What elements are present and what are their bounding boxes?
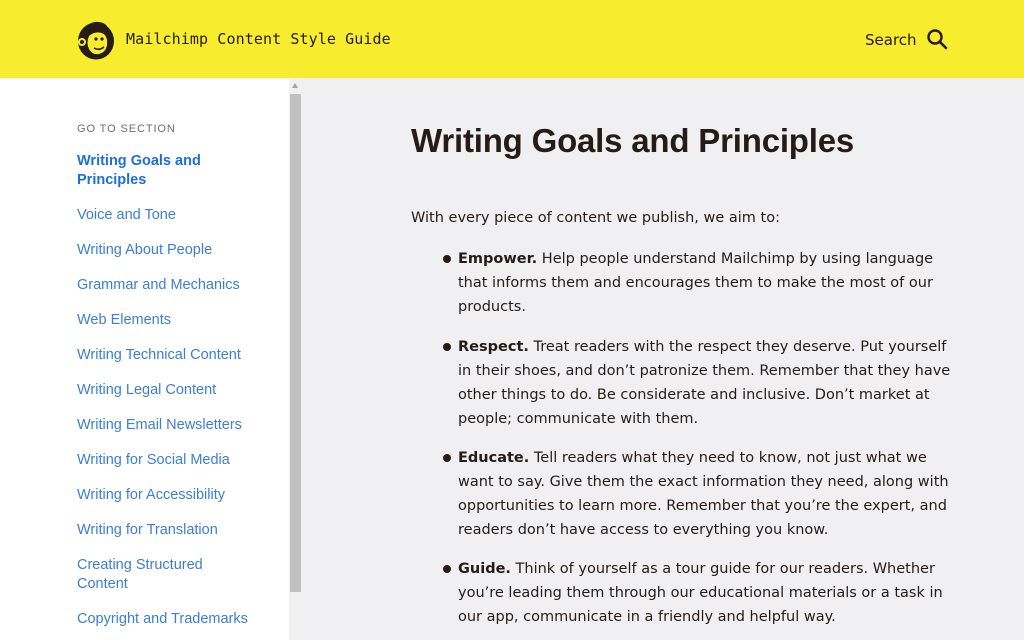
sidebar-item-social-media[interactable]: Writing for Social Media — [77, 451, 267, 470]
sidebar-item-writing-about-people[interactable]: Writing About People — [77, 241, 267, 260]
sidebar-item-web-elements[interactable]: Web Elements — [77, 311, 267, 330]
sidebar-item-writing-goals[interactable]: Writing Goals and Principles — [77, 152, 267, 190]
principle-educate: Educate. Tell readers what they need to … — [458, 446, 958, 542]
principle-term: Empower. — [458, 251, 538, 267]
bullet-icon — [443, 565, 451, 573]
sidebar-nav: GO TO SECTION Writing Goals and Principl… — [0, 78, 289, 640]
principle-term: Respect. — [458, 339, 529, 355]
sidebar-item-legal-content[interactable]: Writing Legal Content — [77, 381, 267, 400]
principle-guide: Guide. Think of yourself as a tour guide… — [458, 557, 958, 629]
bullet-icon — [443, 255, 451, 263]
search-label[interactable]: Search — [865, 31, 917, 49]
principle-respect: Respect. Treat readers with the respect … — [458, 335, 958, 431]
sidebar-item-structured-content[interactable]: Creating Structured Content — [77, 556, 217, 594]
sidebar-item-voice-and-tone[interactable]: Voice and Tone — [77, 206, 267, 225]
sidebar-item-technical-content[interactable]: Writing Technical Content — [77, 346, 267, 365]
principle-text: Think of yourself as a tour guide for ou… — [458, 561, 943, 625]
freddie-logo-icon[interactable] — [76, 19, 116, 60]
scroll-up-arrow-icon[interactable] — [292, 83, 298, 88]
sidebar-item-email-newsletters[interactable]: Writing Email Newsletters — [77, 416, 267, 435]
sidebar-scrollbar[interactable] — [289, 78, 302, 640]
sidebar-section-label: GO TO SECTION — [77, 123, 176, 135]
sidebar-item-translation[interactable]: Writing for Translation — [77, 521, 267, 540]
principle-term: Guide. — [458, 561, 511, 577]
intro-text: With every piece of content we publish, … — [411, 210, 780, 226]
bullet-icon — [443, 343, 451, 351]
principle-empower: Empower. Help people understand Mailchim… — [458, 247, 958, 319]
site-header: Mailchimp Content Style Guide Search — [0, 0, 1024, 78]
main-content: Writing Goals and Principles With every … — [302, 78, 1024, 640]
bullet-icon — [443, 454, 451, 462]
sidebar-item-accessibility[interactable]: Writing for Accessibility — [77, 486, 267, 505]
principle-text: Tell readers what they need to know, not… — [458, 450, 949, 538]
site-title[interactable]: Mailchimp Content Style Guide — [126, 30, 391, 48]
scrollbar-thumb[interactable] — [290, 94, 301, 592]
principle-text: Treat readers with the respect they dese… — [458, 339, 951, 427]
sidebar-item-copyright-trademarks[interactable]: Copyright and Trademarks — [77, 610, 267, 629]
page-title: Writing Goals and Principles — [411, 122, 855, 159]
principle-term: Educate. — [458, 450, 530, 466]
search-icon[interactable] — [926, 28, 948, 50]
sidebar-item-grammar-mechanics[interactable]: Grammar and Mechanics — [77, 276, 267, 295]
